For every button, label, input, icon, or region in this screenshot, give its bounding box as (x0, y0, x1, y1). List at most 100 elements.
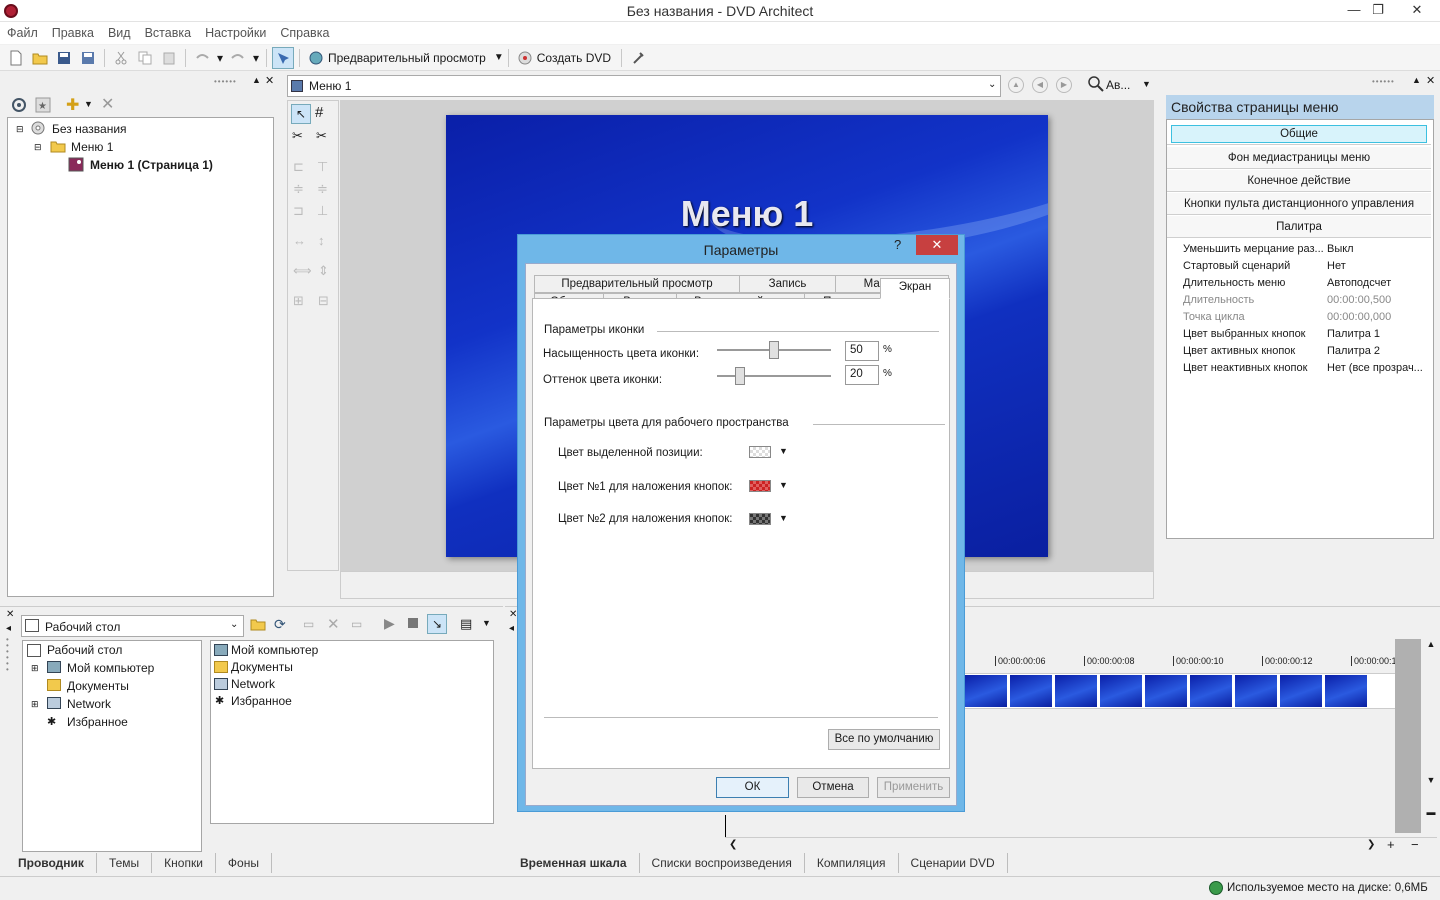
tree-expander[interactable]: ⊞ (31, 699, 39, 710)
menu-insert[interactable]: Вставка (138, 22, 198, 44)
overlay2-color-swatch[interactable] (749, 513, 771, 525)
preview-button[interactable]: Предварительный просмотр (328, 51, 486, 65)
menu-select-box[interactable]: Меню 1 ⌄ (287, 75, 1001, 97)
timeline-vscrollbar[interactable]: ▲ ▼ ▬ (1423, 639, 1439, 835)
property-row[interactable]: Точка цикла 00:00:00,000 (1167, 309, 1433, 326)
up-folder-icon[interactable] (250, 617, 266, 631)
delete-icon[interactable]: ✕ (327, 615, 340, 633)
file-item[interactable]: Документы (231, 660, 293, 674)
link-tool-icon[interactable]: ✂ (292, 128, 303, 144)
properties-general-button[interactable]: Общие (1167, 123, 1431, 145)
center-horizontal-icon[interactable]: ⊞ (293, 293, 304, 309)
zoom-out-icon[interactable]: − (1411, 837, 1419, 852)
create-dvd-button[interactable]: Создать DVD (537, 51, 611, 65)
dialog-help-button[interactable]: ? (894, 237, 901, 252)
property-row[interactable]: Длительность 00:00:00,500 (1167, 292, 1433, 309)
tab-buttons[interactable]: Кнопки (152, 853, 216, 873)
file-item[interactable]: Network (231, 677, 275, 691)
align-middle-icon[interactable]: ≑ (317, 181, 328, 197)
panel-grip[interactable]: •••••• (214, 77, 237, 86)
space-vertical-icon[interactable]: ⇕ (318, 263, 329, 279)
scroll-left-icon[interactable]: ❮ (729, 839, 737, 850)
folder-icon[interactable]: ▭ (351, 617, 362, 631)
menu-file[interactable]: Файл (0, 22, 45, 44)
properties-end-action-button[interactable]: Конечное действие (1167, 170, 1431, 192)
redo-dropdown-icon[interactable]: ▾ (251, 47, 261, 69)
scroll-up-icon[interactable]: ▲ (1423, 639, 1439, 649)
paste-icon[interactable] (158, 47, 180, 69)
panel-collapse-icon[interactable]: ▲ (252, 75, 261, 85)
panel-pin-icon[interactable]: ◂ (509, 623, 514, 634)
create-dvd-icon[interactable] (514, 47, 536, 69)
center-vertical-icon[interactable]: ⊟ (318, 293, 329, 309)
panel-grip[interactable]: •••••• (1372, 77, 1395, 86)
apply-button[interactable]: Применить (877, 777, 950, 798)
preview-dropdown-icon[interactable]: ▼ (494, 52, 504, 63)
undo-dropdown-icon[interactable]: ▾ (215, 47, 225, 69)
menu-edit[interactable]: Правка (45, 22, 101, 44)
canvas-title[interactable]: Меню 1 (446, 193, 1048, 235)
scroll-minus-icon[interactable]: ▬ (1423, 807, 1439, 817)
tree-expander[interactable]: ⊟ (34, 142, 42, 153)
overlay1-color-swatch[interactable] (749, 480, 771, 492)
crop-tool-icon[interactable]: # (315, 104, 323, 121)
close-window-button[interactable]: ✕ (1394, 0, 1440, 20)
selected-color-swatch[interactable] (749, 446, 771, 458)
ok-button[interactable]: ОК (716, 777, 789, 798)
hue-slider[interactable] (717, 366, 831, 386)
tree-item-documents[interactable]: Документы (67, 679, 129, 693)
tab-explorer[interactable]: Проводник (6, 853, 97, 873)
panel-close-icon[interactable]: ✕ (6, 609, 14, 620)
cancel-button[interactable]: Отмена (797, 777, 869, 798)
property-row[interactable]: Цвет неактивных кнопок Нет (все прозрач..… (1167, 360, 1433, 377)
panel-close-icon[interactable]: ✕ (265, 74, 274, 87)
property-row[interactable]: Уменьшить мерцание раз... Выкл (1167, 241, 1433, 258)
tab-backgrounds[interactable]: Фоны (216, 853, 272, 873)
align-right-icon[interactable]: ⊐ (293, 203, 304, 219)
same-width-icon[interactable]: ↔ (293, 233, 306, 248)
tab-timeline[interactable]: Временная шкала (508, 853, 640, 873)
same-height-icon[interactable]: ↕ (318, 233, 325, 248)
timeline-ruler[interactable]: 00:00:00:06 00:00:00:08 00:00:00:10 00:0… (965, 653, 1402, 671)
color-dropdown-icon[interactable]: ▼ (779, 446, 788, 456)
chevron-down-icon[interactable]: ⌄ (988, 79, 996, 90)
location-select[interactable]: Рабочий стол ⌄ (21, 615, 244, 637)
unlink-tool-icon[interactable]: ✂ (316, 128, 327, 144)
preview-icon[interactable] (305, 47, 327, 69)
color-dropdown-icon[interactable]: ▼ (779, 513, 788, 523)
tree-expander[interactable]: ⊟ (16, 124, 24, 135)
delete-item-icon[interactable]: ✕ (101, 94, 114, 114)
property-row[interactable]: Длительность меню Автоподсчет (1167, 275, 1433, 292)
maximize-button[interactable]: ❐ (1362, 0, 1394, 20)
tab-playlists[interactable]: Списки воспроизведения (640, 853, 805, 873)
tree-item-favorites[interactable]: Избранное (67, 715, 128, 729)
properties-tool-icon[interactable] (627, 47, 649, 69)
properties-background-button[interactable]: Фон медиастраницы меню (1167, 147, 1431, 169)
refresh-icon[interactable]: ⟳ (274, 616, 286, 633)
cut-icon[interactable] (110, 47, 132, 69)
timeline-track[interactable] (965, 673, 1397, 709)
view-dropdown-icon[interactable]: ▼ (482, 618, 491, 628)
add-item-icon[interactable]: ✚ (66, 95, 79, 115)
property-row[interactable]: Цвет выбранных кнопок Палитра 1 (1167, 326, 1433, 343)
align-bottom-icon[interactable]: ⊥ (317, 203, 328, 219)
undo-icon[interactable] (191, 47, 213, 69)
panel-collapse-icon[interactable]: ▲ (1412, 75, 1421, 85)
tree-item-menu-page[interactable]: Меню 1 (Страница 1) (90, 158, 213, 172)
tab-preview[interactable]: Предварительный просмотр (534, 275, 740, 293)
tab-compilation[interactable]: Компиляция (805, 853, 899, 873)
tree-item-desktop[interactable]: Рабочий стол (47, 643, 122, 657)
hue-input[interactable]: 20 (845, 365, 879, 385)
color-dropdown-icon[interactable]: ▼ (779, 480, 788, 490)
slider-thumb[interactable] (769, 341, 779, 359)
redo-icon[interactable] (227, 47, 249, 69)
tree-item-computer[interactable]: Мой компьютер (67, 661, 154, 675)
align-center-icon[interactable]: ≑ (293, 181, 304, 197)
tab-dvd-scenarios[interactable]: Сценарии DVD (899, 853, 1008, 873)
chevron-down-icon[interactable]: ⌄ (230, 619, 238, 630)
tree-item-menu[interactable]: Меню 1 (71, 140, 113, 154)
reset-defaults-button[interactable]: Все по умолчанию (828, 729, 940, 750)
pointer-tool-icon[interactable]: ↖ (291, 104, 311, 124)
zoom-icon[interactable] (1088, 76, 1104, 92)
properties-remote-buttons-button[interactable]: Кнопки пульта дистанционного управления (1167, 193, 1431, 215)
